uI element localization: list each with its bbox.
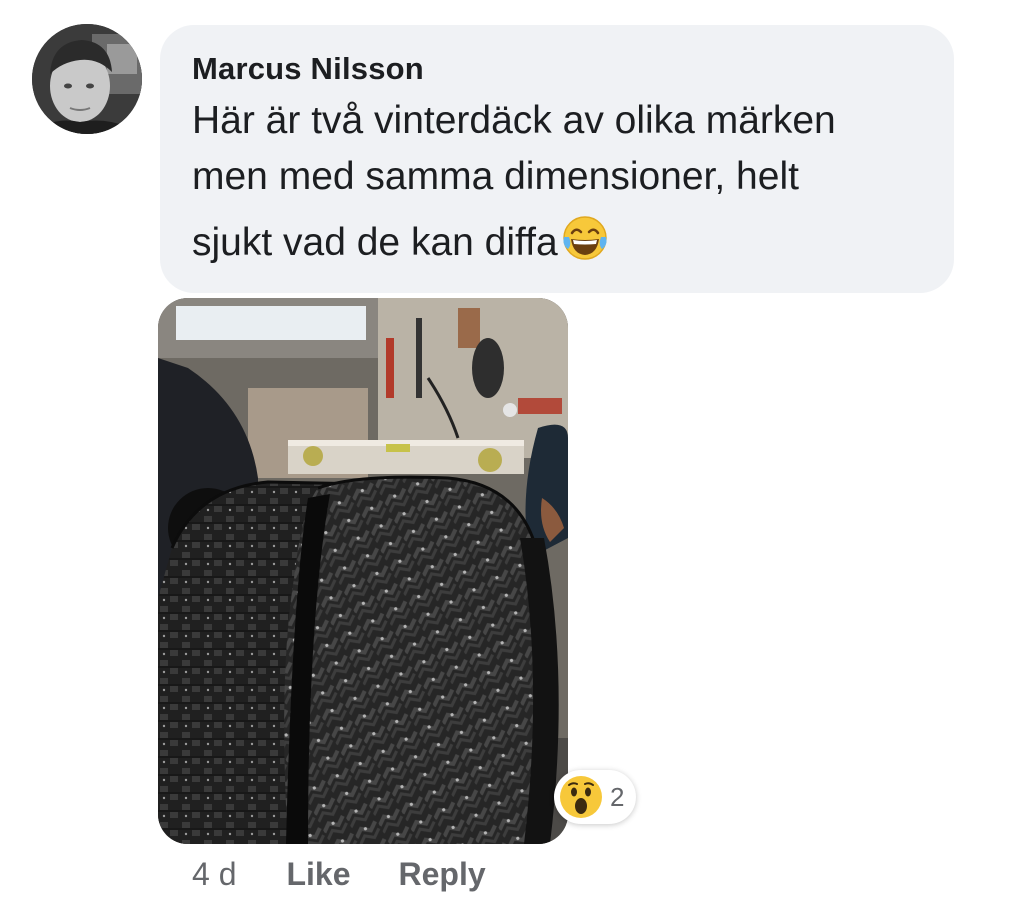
timestamp[interactable]: 4 d	[192, 856, 236, 893]
comment-thread: Marcus Nilsson Här är två vinterdäck av …	[0, 0, 1024, 920]
comment-bubble: Marcus Nilsson Här är två vinterdäck av …	[160, 25, 954, 293]
comment-text-line-content: sjukt vad de kan diffa	[192, 221, 558, 264]
tires-photo	[158, 298, 568, 844]
comment-text-line: sjukt vad de kan diffa	[192, 213, 924, 271]
face-with-tears-of-joy-icon	[560, 213, 610, 263]
comment-text-line: men med samma dimensioner, helt	[192, 155, 799, 198]
reaction-count: 2	[610, 781, 625, 812]
comment-actions: 4 d Like Reply	[192, 852, 486, 896]
reaction-summary[interactable]: 2	[554, 770, 637, 824]
reply-button[interactable]: Reply	[399, 856, 486, 893]
avatar-photo	[32, 24, 142, 134]
wow-reaction-icon	[558, 774, 604, 820]
comment-text-line: Här är två vinterdäck av olika märken	[192, 99, 836, 142]
like-button[interactable]: Like	[286, 856, 350, 893]
attached-photo[interactable]	[158, 298, 568, 844]
avatar[interactable]	[32, 24, 142, 134]
author-name[interactable]: Marcus Nilsson	[192, 51, 924, 87]
comment-text: Här är två vinterdäck av olika märken me…	[192, 93, 924, 271]
